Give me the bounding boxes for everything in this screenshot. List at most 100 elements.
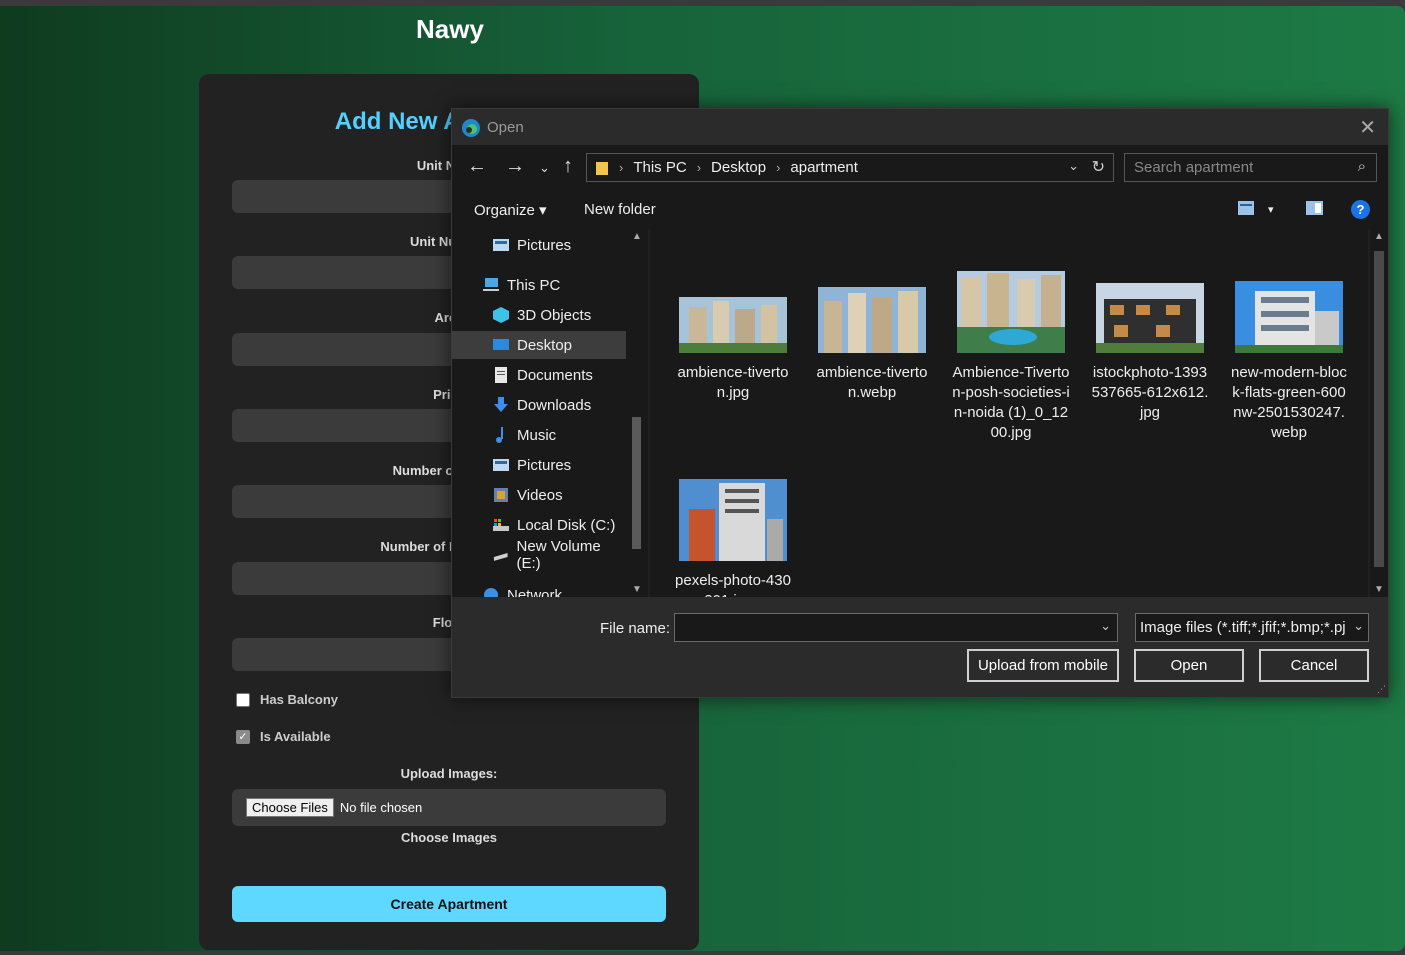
file-list: ambience-tiverton.jpg ambience-tiverton.… bbox=[650, 229, 1368, 597]
scroll-up-icon[interactable]: ▲ bbox=[1374, 231, 1384, 242]
file-thumbnail bbox=[679, 297, 787, 353]
brand-title: Nawy bbox=[416, 14, 484, 44]
is-available-row: ✓ Is Available bbox=[236, 729, 331, 744]
file-name: new-modern-block-flats-green-600nw-25015… bbox=[1231, 364, 1347, 441]
nav-item-this-pc[interactable]: This PC bbox=[452, 271, 626, 299]
file-name: pexels-photo-430201.jpeg bbox=[675, 572, 791, 597]
up-arrow-icon[interactable]: ↑ bbox=[563, 155, 573, 178]
back-arrow-icon[interactable]: ← bbox=[467, 155, 487, 178]
file-thumbnail bbox=[957, 271, 1065, 353]
file-name: ambience-tiverton.jpg bbox=[677, 364, 789, 401]
navigation-bar: ← → ⌄ ↑ › This PC › Desktop › apartment … bbox=[452, 145, 1388, 191]
file-upload-input: Choose Files No file chosen bbox=[232, 789, 666, 826]
upload-from-mobile-button[interactable]: Upload from mobile bbox=[967, 649, 1119, 682]
file-item[interactable]: ambience-tiverton.webp bbox=[813, 287, 931, 403]
create-apartment-button[interactable]: Create Apartment bbox=[232, 886, 666, 922]
videos-icon bbox=[494, 488, 508, 502]
has-balcony-row: Has Balcony bbox=[236, 692, 338, 707]
file-item[interactable]: Ambience-Tiverton-posh-societies-in-noid… bbox=[952, 271, 1070, 443]
chevron-right-icon: › bbox=[696, 160, 702, 175]
open-file-dialog: Open ✕ ← → ⌄ ↑ › This PC › Desktop › apa… bbox=[451, 108, 1389, 698]
is-available-checkbox[interactable]: ✓ bbox=[236, 729, 250, 744]
nav-item-3d-objects[interactable]: 3D Objects bbox=[452, 301, 626, 329]
dialog-footer: File name: ⌄ Image files (*.tiff;*.jfif;… bbox=[452, 597, 1388, 697]
choose-images-caption: Choose Images bbox=[400, 830, 498, 845]
breadcrumb-apartment[interactable]: apartment bbox=[790, 159, 858, 176]
nav-item-documents[interactable]: Documents bbox=[452, 361, 626, 389]
chevron-right-icon: › bbox=[619, 160, 624, 175]
downloads-icon bbox=[494, 397, 508, 412]
refresh-icon[interactable]: ↻ bbox=[1092, 157, 1105, 177]
scroll-up-icon[interactable]: ▲ bbox=[632, 231, 642, 242]
file-type-select[interactable]: Image files (*.tiff;*.jfif;*.bmp;*.pj ⌄ bbox=[1135, 613, 1369, 642]
file-name: ambience-tiverton.webp bbox=[816, 364, 928, 401]
preview-pane-icon[interactable] bbox=[1306, 201, 1323, 219]
nav-item-desktop[interactable]: Desktop bbox=[452, 331, 626, 359]
nav-scroll-thumb[interactable] bbox=[632, 417, 641, 549]
nav-item-pictures[interactable]: Pictures bbox=[452, 231, 626, 259]
search-input[interactable]: Search apartment ⌕ bbox=[1124, 153, 1377, 182]
file-thumbnail bbox=[679, 479, 787, 561]
breadcrumb-this-pc[interactable]: This PC bbox=[633, 159, 686, 176]
nav-item-music[interactable]: Music bbox=[452, 421, 626, 449]
resize-grip-icon[interactable]: ⋰ bbox=[1377, 684, 1386, 695]
view-options-icon[interactable] bbox=[1238, 201, 1254, 219]
file-item[interactable]: new-modern-block-flats-green-600nw-25015… bbox=[1230, 281, 1348, 443]
scroll-down-icon[interactable]: ▼ bbox=[1374, 584, 1384, 595]
chevron-down-icon: ⌄ bbox=[1350, 618, 1364, 634]
chevron-down-icon[interactable]: ⌄ bbox=[539, 160, 550, 176]
dialog-titlebar: Open ✕ bbox=[452, 109, 1388, 145]
dialog-toolbar: Organize ▾ New folder ▾ ? bbox=[452, 191, 1388, 229]
file-name: Ambience-Tiverton-posh-societies-in-noid… bbox=[952, 364, 1070, 441]
desktop-icon bbox=[493, 339, 509, 350]
help-icon[interactable]: ? bbox=[1351, 200, 1370, 219]
file-list-scrollbar[interactable]: ▲ ▼ bbox=[1370, 229, 1388, 597]
documents-icon bbox=[495, 367, 507, 383]
pictures-icon bbox=[493, 239, 509, 251]
file-type-value: Image files (*.tiff;*.jfif;*.bmp;*.pj bbox=[1140, 619, 1346, 636]
network-icon bbox=[484, 588, 498, 597]
file-name-input[interactable]: ⌄ bbox=[674, 613, 1118, 642]
file-name: istockphoto-1393537665-612x612.jpg bbox=[1091, 364, 1209, 421]
file-item[interactable]: ambience-tiverton.jpg bbox=[674, 297, 792, 403]
edge-browser-icon bbox=[462, 119, 480, 137]
nav-item-downloads[interactable]: Downloads bbox=[452, 391, 626, 419]
local-disk-icon bbox=[493, 519, 509, 531]
chevron-down-icon[interactable]: ⌄ bbox=[1068, 158, 1079, 174]
upload-images-label: Upload Images: bbox=[400, 766, 498, 781]
chevron-down-icon[interactable]: ⌄ bbox=[1100, 618, 1111, 634]
forward-arrow-icon[interactable]: → bbox=[505, 155, 525, 178]
organize-menu[interactable]: Organize ▾ bbox=[474, 201, 547, 219]
file-thumbnail bbox=[1096, 283, 1204, 353]
nav-item-new-volume[interactable]: New Volume (E:) bbox=[452, 538, 626, 572]
nav-pane-scrollbar[interactable]: ▲ ▼ bbox=[628, 229, 646, 597]
choose-files-button[interactable]: Choose Files bbox=[246, 798, 334, 817]
music-icon bbox=[496, 427, 503, 443]
has-balcony-label: Has Balcony bbox=[260, 692, 339, 707]
nav-item-network[interactable]: Network bbox=[452, 581, 626, 597]
nav-item-local-disk[interactable]: Local Disk (C:) bbox=[452, 511, 626, 539]
no-file-text: No file chosen bbox=[339, 800, 423, 815]
file-item[interactable]: pexels-photo-430201.jpeg bbox=[674, 479, 792, 597]
file-thumbnail bbox=[818, 287, 926, 353]
nav-item-pictures-2[interactable]: Pictures bbox=[452, 451, 626, 479]
breadcrumb-desktop[interactable]: Desktop bbox=[711, 159, 766, 176]
chevron-right-icon: › bbox=[776, 160, 781, 175]
folder-icon bbox=[596, 161, 608, 175]
computer-icon bbox=[483, 278, 499, 291]
search-icon: ⌕ bbox=[1357, 158, 1366, 175]
file-item[interactable]: istockphoto-1393537665-612x612.jpg bbox=[1091, 283, 1209, 423]
scroll-down-icon[interactable]: ▼ bbox=[632, 584, 642, 595]
address-bar[interactable]: › This PC › Desktop › apartment ⌄ ↻ bbox=[586, 153, 1114, 182]
is-available-label: Is Available bbox=[260, 729, 331, 744]
nav-item-videos[interactable]: Videos bbox=[452, 481, 626, 509]
has-balcony-checkbox[interactable] bbox=[236, 692, 250, 707]
file-list-scroll-thumb[interactable] bbox=[1374, 251, 1384, 567]
view-dropdown-icon[interactable]: ▾ bbox=[1268, 203, 1274, 216]
file-name-label: File name: bbox=[600, 620, 671, 637]
cancel-button[interactable]: Cancel bbox=[1259, 649, 1369, 682]
open-button[interactable]: Open bbox=[1134, 649, 1244, 682]
close-icon[interactable]: ✕ bbox=[1359, 115, 1376, 140]
new-folder-button[interactable]: New folder bbox=[584, 201, 656, 218]
dialog-title: Open bbox=[487, 119, 524, 136]
